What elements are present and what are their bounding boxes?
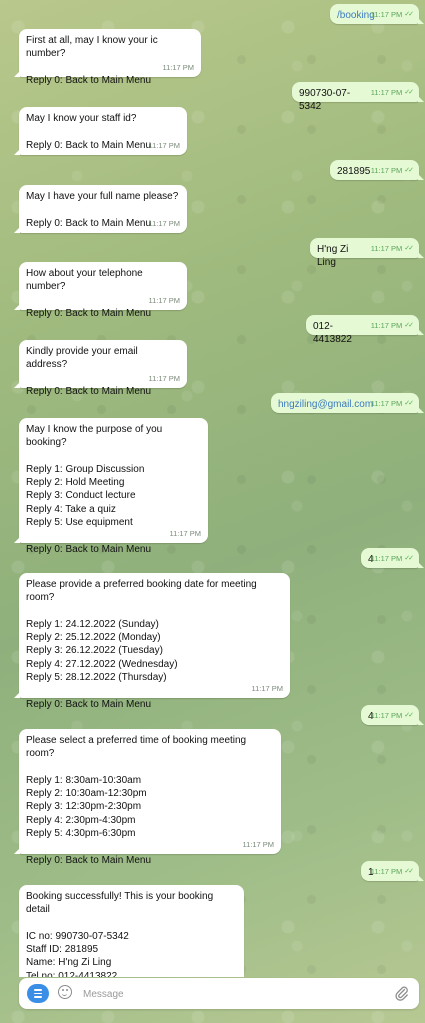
read-ticks-icon: ✓✓ xyxy=(404,166,414,174)
message-time: 11:17 PM xyxy=(251,683,283,693)
message-text: Please provide a preferred booking date … xyxy=(26,579,257,710)
read-ticks-icon: ✓✓ xyxy=(404,711,414,719)
read-ticks-icon: ✓✓ xyxy=(404,321,414,329)
message-bubble: 281895 11:17 PM ✓✓ xyxy=(330,160,424,180)
message-time: 11:17 PM xyxy=(148,295,180,305)
message-time: 11:17 PM ✓✓ xyxy=(371,397,414,410)
message-time: 11:17 PM ✓✓ xyxy=(371,86,414,99)
message-text: Booking successfully! This is your booki… xyxy=(26,891,214,977)
read-ticks-icon: ✓✓ xyxy=(404,10,414,18)
message-bubble: May I know the purpose of you booking? R… xyxy=(14,418,208,555)
message-bubble: May I know your staff id? Reply 0: Back … xyxy=(14,107,187,155)
message-time: 11:17 PM xyxy=(148,373,180,383)
menu-icon xyxy=(34,989,42,998)
message-bubble: 4 11:17 PM ✓✓ xyxy=(361,548,424,568)
read-ticks-icon: ✓✓ xyxy=(404,399,414,407)
message-bubble: 1 11:17 PM ✓✓ xyxy=(361,861,424,881)
menu-button[interactable] xyxy=(27,984,49,1003)
read-ticks-icon: ✓✓ xyxy=(404,244,414,252)
message-time: 11:17 PM ✓✓ xyxy=(371,319,414,332)
read-ticks-icon: ✓✓ xyxy=(404,88,414,96)
message-bubble: Booking successfully! This is your booki… xyxy=(19,885,244,977)
message-time: 11:17 PM ✓✓ xyxy=(371,8,414,21)
message-bubble: Kindly provide your email address? Reply… xyxy=(14,340,187,397)
message-time: 11:17 PM ✓✓ xyxy=(371,552,414,565)
read-ticks-icon: ✓✓ xyxy=(404,867,414,875)
message-time: 11:17 PM ✓✓ xyxy=(371,865,414,878)
message-bubble: Please select a preferred time of bookin… xyxy=(14,729,281,866)
message-text: Please select a preferred time of bookin… xyxy=(26,735,247,866)
message-time: 11:17 PM xyxy=(169,528,201,538)
message-time: 11:17 PM ✓✓ xyxy=(371,164,414,177)
message-bubble: Please provide a preferred booking date … xyxy=(14,573,290,710)
message-time: 11:17 PM ✓✓ xyxy=(371,242,414,255)
message-bubble: /booking 11:17 PM ✓✓ xyxy=(330,4,424,24)
paperclip-icon[interactable] xyxy=(395,985,409,1002)
message-bubble: H'ng Zi Ling 11:17 PM ✓✓ xyxy=(310,238,424,268)
chat-history[interactable]: /booking 11:17 PM ✓✓ First at all, may I k… xyxy=(0,0,425,977)
message-bubble: May I have your full name please? Reply … xyxy=(14,185,187,233)
message-bubble: hngziling@gmail.com 11:17 PM ✓✓ xyxy=(271,393,424,413)
message-time: 11:17 PM xyxy=(148,218,180,228)
message-composer xyxy=(19,978,419,1009)
message-time: 11:17 PM xyxy=(162,62,194,72)
message-time: 11:17 PM ✓✓ xyxy=(371,709,414,722)
message-bubble: 990730-07-5342 11:17 PM ✓✓ xyxy=(292,82,424,112)
message-bubble: How about your telephone number? Reply 0… xyxy=(14,262,187,319)
message-input[interactable] xyxy=(83,986,383,1002)
message-bubble: First at all, may I know your ic number?… xyxy=(14,29,201,86)
read-ticks-icon: ✓✓ xyxy=(404,554,414,562)
message-bubble: 4 11:17 PM ✓✓ xyxy=(361,705,424,725)
emoji-icon[interactable] xyxy=(58,985,72,999)
message-time: 11:17 PM xyxy=(148,140,180,150)
message-bubble: 012-4413822 11:17 PM ✓✓ xyxy=(306,315,424,345)
message-time: 11:17 PM xyxy=(242,839,274,849)
